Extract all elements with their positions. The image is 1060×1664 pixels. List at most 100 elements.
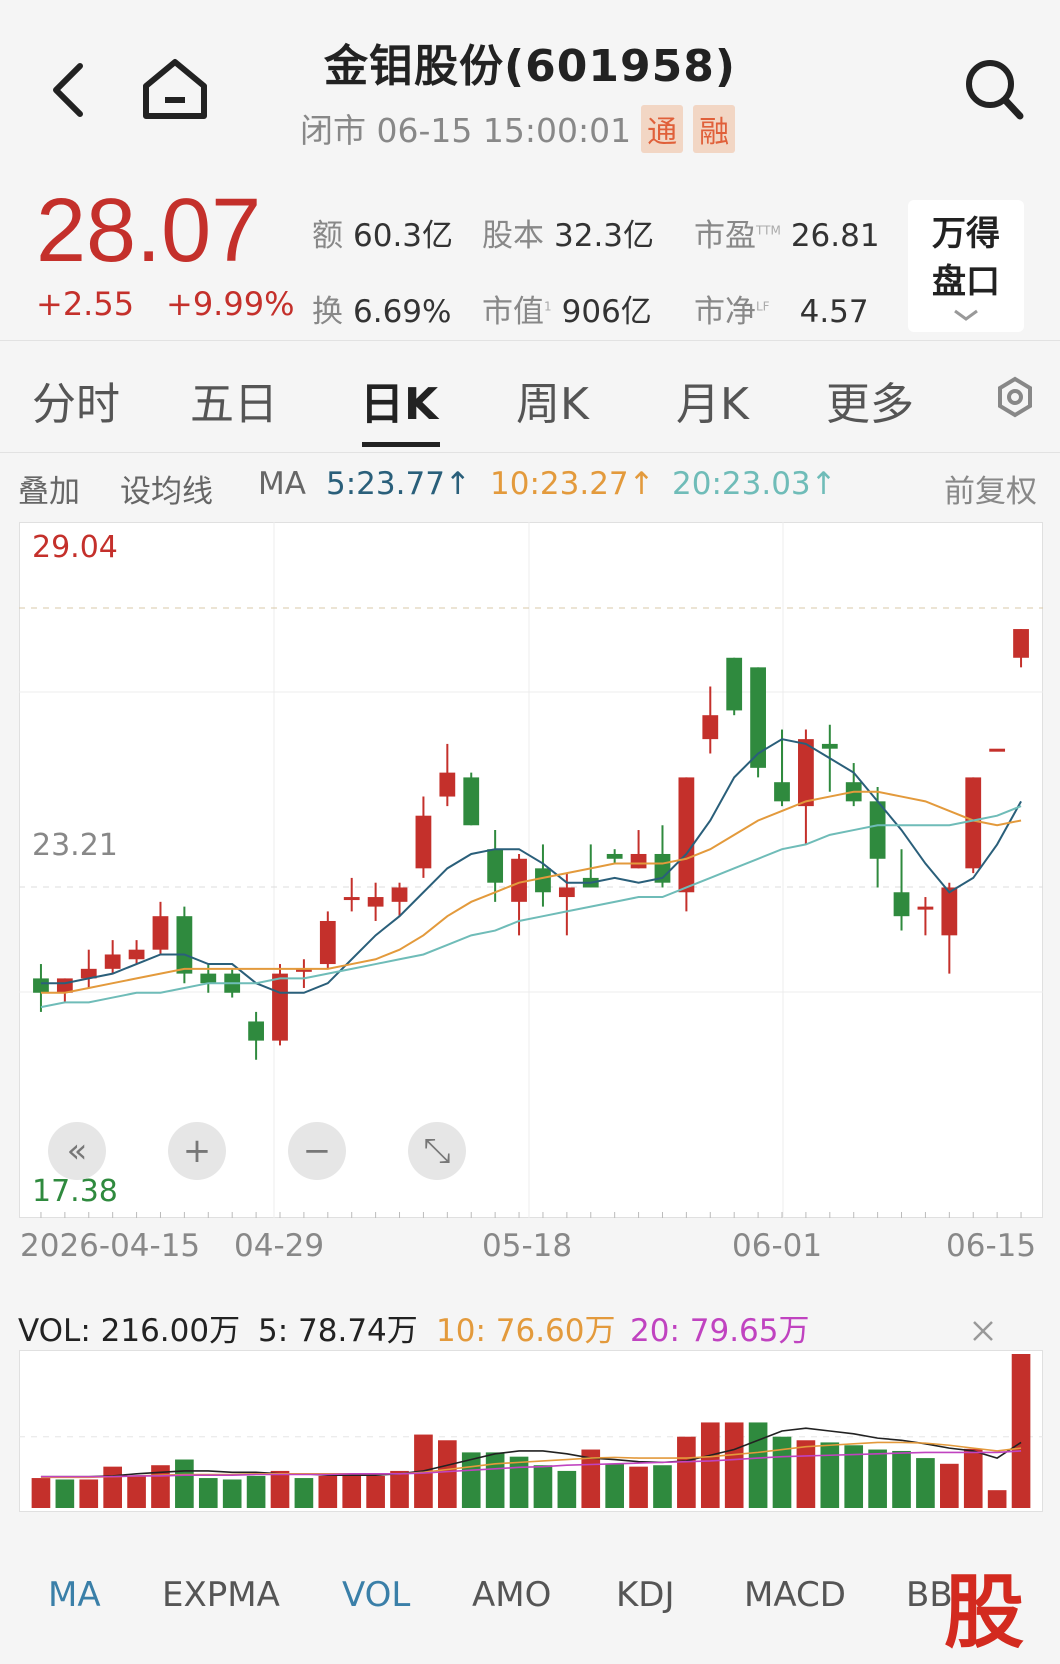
- candle-body: [893, 892, 910, 917]
- volume-bar: [270, 1470, 290, 1508]
- volume-bar: [127, 1475, 146, 1508]
- y-label-mid: 23.21: [32, 828, 118, 863]
- candle-body: [917, 906, 934, 910]
- volume-bar: [629, 1466, 648, 1508]
- status-text: 闭市 06-15 15:00:01: [300, 111, 632, 150]
- volume-bar: [198, 1478, 218, 1508]
- candle-body: [535, 868, 551, 893]
- search-icon[interactable]: [962, 56, 1026, 122]
- current-price: 28.07: [36, 181, 262, 281]
- candle-body: [726, 657, 743, 711]
- candle-body: [272, 973, 288, 1041]
- vol-ma10: 10: 76.60万: [436, 1313, 616, 1349]
- price-change-pct: +9.99%: [166, 285, 295, 323]
- candle-body: [343, 897, 360, 901]
- ma20-value: 20:23.03↑: [672, 466, 837, 502]
- order-book-label: 盘口: [932, 262, 1000, 302]
- fullscreen-icon[interactable]: ⤡: [408, 1122, 466, 1180]
- candle-body: [152, 916, 169, 950]
- adjust-mode-button[interactable]: 前复权: [944, 466, 1037, 511]
- tab-daily-k[interactable]: 日K: [360, 368, 438, 432]
- x-label: 06-01: [732, 1228, 823, 1264]
- indicator-kdj[interactable]: KDJ: [616, 1575, 675, 1615]
- volume-bar: [533, 1465, 553, 1508]
- stat-amount: 额 60.3亿: [312, 218, 454, 254]
- x-label: 06-15: [946, 1228, 1037, 1264]
- tab-intraday[interactable]: 分时: [32, 368, 120, 432]
- candle-body: [702, 715, 719, 740]
- candle-body: [606, 853, 623, 859]
- stat-pb: 市净LF 4.57: [694, 294, 869, 330]
- volume-bar: [366, 1475, 385, 1508]
- volume-bar: [390, 1470, 409, 1508]
- candle-body: [1013, 629, 1029, 658]
- tab-five-day[interactable]: 五日: [190, 368, 278, 432]
- volume-bar: [55, 1479, 75, 1508]
- tab-monthly-k[interactable]: 月K: [676, 368, 749, 432]
- scroll-left-icon[interactable]: «: [48, 1122, 106, 1180]
- candle-body: [511, 858, 527, 902]
- set-ma-button[interactable]: 设均线: [120, 466, 213, 511]
- volume-bar: [772, 1436, 792, 1508]
- volume-bar: [103, 1466, 122, 1508]
- page-title: 金钼股份(601958): [324, 41, 736, 92]
- x-label: 04-29: [234, 1228, 325, 1264]
- volume-bar: [892, 1450, 911, 1508]
- zoom-in-icon[interactable]: +: [168, 1122, 226, 1180]
- rong-badge: 融: [693, 105, 736, 153]
- volume-bar: [79, 1479, 99, 1508]
- volume-bar: [987, 1490, 1007, 1508]
- candle-body: [798, 739, 814, 807]
- volume-bar: [700, 1422, 720, 1508]
- volume-bar: [605, 1463, 624, 1508]
- volume-chart[interactable]: [19, 1350, 1043, 1512]
- candle-body: [989, 748, 1006, 752]
- candlestick-chart[interactable]: [19, 522, 1043, 1218]
- stat-market-cap: 市值1 906亿: [482, 294, 652, 330]
- candle-body: [128, 949, 145, 960]
- price-change: +2.55: [36, 285, 135, 323]
- close-icon[interactable]: [970, 1318, 996, 1344]
- market-status: 闭市 06-15 15:00:01 通融: [300, 104, 736, 153]
- x-label: 2026-04-15: [20, 1228, 201, 1264]
- candle-body: [869, 801, 886, 859]
- wande-order-book-button[interactable]: 万得 盘口: [908, 200, 1024, 332]
- ma-label: MA: [258, 466, 306, 502]
- volume-bar: [294, 1478, 314, 1508]
- candle-body: [678, 777, 695, 893]
- chevron-down-icon: [908, 306, 1024, 322]
- volume-bar: [175, 1459, 194, 1508]
- candle-body: [630, 853, 647, 869]
- stat-turnover: 换 6.69%: [312, 294, 452, 330]
- indicator-vol[interactable]: VOL: [342, 1575, 410, 1615]
- volume-bar: [916, 1458, 935, 1508]
- zoom-out-icon[interactable]: −: [288, 1122, 346, 1180]
- ma5-value: 5:23.77↑: [326, 466, 471, 502]
- indicator-amo[interactable]: AMO: [472, 1575, 551, 1615]
- indicator-expma[interactable]: EXPMA: [162, 1575, 280, 1615]
- tab-more[interactable]: 更多: [826, 368, 914, 432]
- volume-bar: [940, 1463, 959, 1508]
- settings-icon[interactable]: [994, 376, 1036, 418]
- candle-body: [558, 887, 575, 898]
- volume-bar: [724, 1422, 744, 1508]
- candle-body: [463, 777, 480, 826]
- volume-bar: [653, 1465, 672, 1508]
- indicator-ma[interactable]: MA: [48, 1575, 101, 1615]
- candle-body: [367, 897, 384, 907]
- chart-frame: [19, 522, 1043, 1218]
- overlay-button[interactable]: 叠加: [18, 466, 80, 511]
- volume-bar: [485, 1452, 505, 1508]
- candle-body: [439, 772, 456, 797]
- volume-bar: [31, 1478, 51, 1508]
- tab-weekly-k[interactable]: 周K: [516, 368, 589, 432]
- candle-body: [415, 815, 432, 869]
- ma10-value: 10:23.27↑: [490, 466, 655, 502]
- wande-label: 万得: [932, 214, 1000, 254]
- tong-badge: 通: [641, 105, 684, 153]
- stat-share-capital: 股本 32.3亿: [482, 218, 655, 254]
- candle-body: [248, 1021, 264, 1041]
- volume-bar: [677, 1436, 696, 1508]
- indicator-macd[interactable]: MACD: [744, 1575, 846, 1615]
- divider: [0, 340, 1060, 341]
